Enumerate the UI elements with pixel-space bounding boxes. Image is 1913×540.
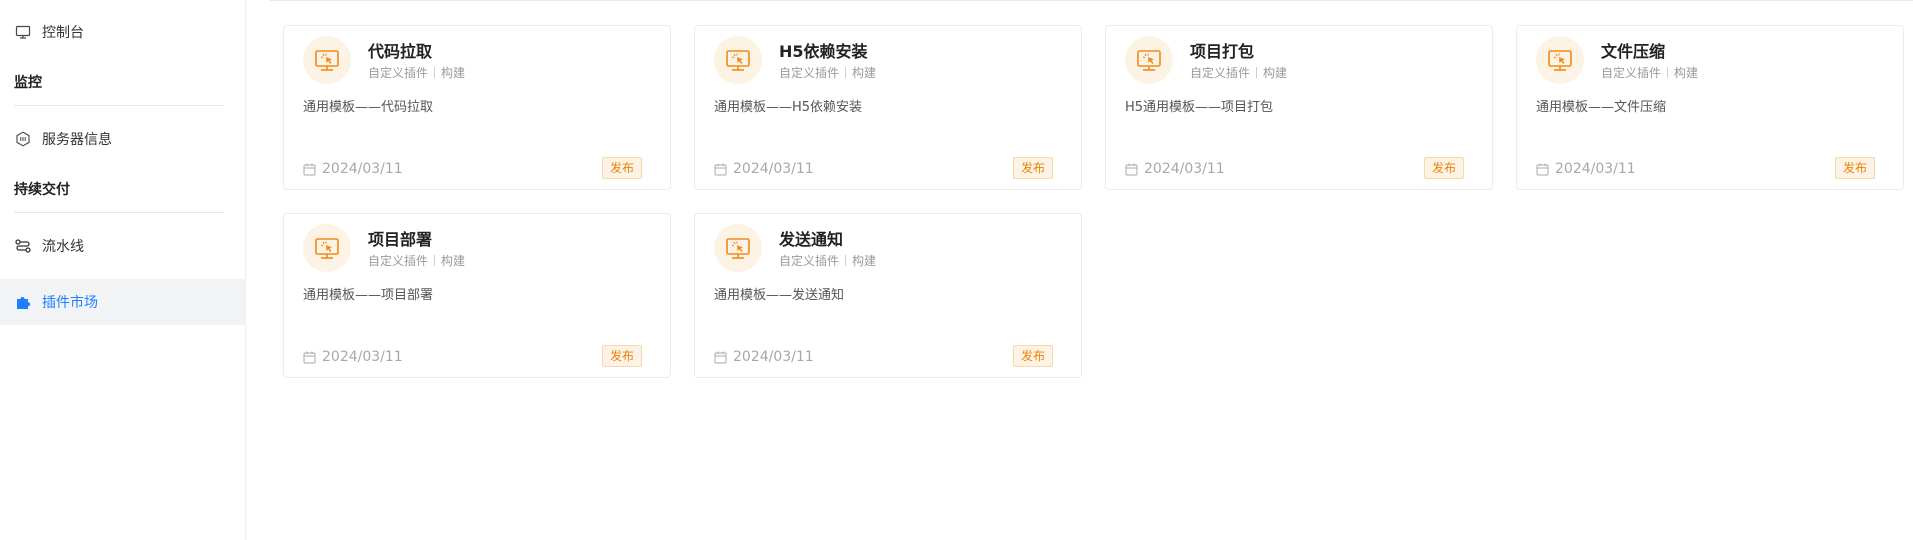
sidebar-item-server-info[interactable]: 服务器信息 bbox=[0, 116, 245, 162]
tag-separator bbox=[845, 67, 847, 78]
tag-custom-plugin: 自定义插件 bbox=[368, 66, 429, 80]
divider bbox=[14, 105, 224, 106]
tag-build: 构建 bbox=[441, 66, 466, 80]
publish-badge[interactable]: 发布 bbox=[601, 157, 642, 179]
tag-separator bbox=[1256, 67, 1258, 78]
card-description: H5通用模板——项目打包 bbox=[1125, 100, 1274, 115]
tag-custom-plugin: 自定义插件 bbox=[368, 254, 429, 268]
monitor-icon bbox=[14, 24, 31, 41]
tag-custom-plugin: 自定义插件 bbox=[779, 254, 840, 268]
tag-custom-plugin: 自定义插件 bbox=[779, 66, 840, 80]
card-tags: 自定义插件 构建 bbox=[779, 64, 876, 81]
tag-build: 构建 bbox=[441, 254, 466, 268]
publish-badge[interactable]: 发布 bbox=[1834, 157, 1875, 179]
monitor-cursor-icon bbox=[303, 36, 351, 84]
calendar-icon bbox=[714, 163, 727, 176]
tag-separator bbox=[434, 255, 436, 266]
publish-badge[interactable]: 发布 bbox=[1012, 345, 1053, 367]
tag-build: 构建 bbox=[852, 66, 877, 80]
plugin-card-3[interactable]: 项目打包 自定义插件 构建 H5通用模板——项目打包 2024/03/11 发布 bbox=[1105, 25, 1493, 190]
card-title: 项目部署 bbox=[368, 230, 433, 249]
card-tags: 自定义插件 构建 bbox=[368, 252, 465, 269]
plugin-card-4[interactable]: 文件压缩 自定义插件 构建 通用模板——文件压缩 2024/03/11 发布 bbox=[1516, 25, 1904, 190]
card-date-text: 2024/03/11 bbox=[322, 161, 403, 177]
tag-custom-plugin: 自定义插件 bbox=[1601, 66, 1662, 80]
calendar-icon bbox=[1536, 163, 1549, 176]
calendar-icon bbox=[303, 163, 316, 176]
card-description: 通用模板——文件压缩 bbox=[1536, 100, 1667, 115]
sidebar-item-label: 控制台 bbox=[42, 25, 84, 41]
sidebar-item-label: 流水线 bbox=[42, 239, 84, 255]
card-description: 通用模板——H5依赖安装 bbox=[714, 100, 863, 115]
card-description: 通用模板——项目部署 bbox=[303, 288, 434, 303]
group-title-monitor: 监控 bbox=[14, 75, 42, 91]
card-tags: 自定义插件 构建 bbox=[368, 64, 465, 81]
plugin-card-1[interactable]: 代码拉取 自定义插件 构建 通用模板——代码拉取 2024/03/11 发布 bbox=[283, 25, 671, 190]
sidebar-item-console[interactable]: 控制台 bbox=[0, 9, 245, 55]
card-description: 通用模板——发送通知 bbox=[714, 288, 845, 303]
header-divider bbox=[270, 0, 1913, 1]
pipeline-icon bbox=[14, 238, 31, 255]
monitor-cursor-icon bbox=[714, 36, 762, 84]
monitor-cursor-icon bbox=[714, 224, 762, 272]
calendar-icon bbox=[303, 351, 316, 364]
sidebar-item-plugin-market[interactable]: 插件市场 bbox=[0, 279, 245, 325]
card-title: H5依赖安装 bbox=[779, 42, 868, 61]
tag-separator bbox=[845, 255, 847, 266]
calendar-icon bbox=[1125, 163, 1138, 176]
card-title: 项目打包 bbox=[1190, 42, 1255, 61]
card-date-text: 2024/03/11 bbox=[1144, 161, 1225, 177]
tag-separator bbox=[1667, 67, 1669, 78]
divider bbox=[14, 212, 224, 213]
calendar-icon bbox=[714, 351, 727, 364]
tag-build: 构建 bbox=[852, 254, 877, 268]
plugin-card-5[interactable]: 项目部署 自定义插件 构建 通用模板——项目部署 2024/03/11 发布 bbox=[283, 213, 671, 378]
puzzle-icon bbox=[14, 294, 31, 311]
card-date: 2024/03/11 bbox=[303, 161, 403, 177]
monitor-cursor-icon bbox=[1125, 36, 1173, 84]
card-title: 发送通知 bbox=[779, 230, 844, 249]
sidebar-item-label: 服务器信息 bbox=[42, 132, 112, 148]
tag-custom-plugin: 自定义插件 bbox=[1190, 66, 1251, 80]
monitor-cursor-icon bbox=[1536, 36, 1584, 84]
card-tags: 自定义插件 构建 bbox=[1190, 64, 1287, 81]
sidebar-item-label: 插件市场 bbox=[42, 295, 98, 311]
plugin-card-2[interactable]: H5依赖安装 自定义插件 构建 通用模板——H5依赖安装 2024/03/11 … bbox=[694, 25, 1082, 190]
publish-badge[interactable]: 发布 bbox=[1012, 157, 1053, 179]
card-date: 2024/03/11 bbox=[714, 161, 814, 177]
card-tags: 自定义插件 构建 bbox=[1601, 64, 1698, 81]
tag-build: 构建 bbox=[1263, 66, 1288, 80]
sidebar-item-pipeline[interactable]: 流水线 bbox=[0, 223, 245, 269]
card-date-text: 2024/03/11 bbox=[733, 349, 814, 365]
card-date-text: 2024/03/11 bbox=[733, 161, 814, 177]
card-description: 通用模板——代码拉取 bbox=[303, 100, 434, 115]
card-title: 文件压缩 bbox=[1601, 42, 1666, 61]
plugin-card-6[interactable]: 发送通知 自定义插件 构建 通用模板——发送通知 2024/03/11 发布 bbox=[694, 213, 1082, 378]
card-date: 2024/03/11 bbox=[303, 349, 403, 365]
card-date: 2024/03/11 bbox=[1536, 161, 1636, 177]
group-title-delivery: 持续交付 bbox=[14, 182, 70, 198]
publish-badge[interactable]: 发布 bbox=[1423, 157, 1464, 179]
card-date: 2024/03/11 bbox=[714, 349, 814, 365]
card-date-text: 2024/03/11 bbox=[1555, 161, 1636, 177]
main-content: 代码拉取 自定义插件 构建 通用模板——代码拉取 2024/03/11 发布 H… bbox=[246, 0, 1913, 540]
tag-separator bbox=[434, 67, 436, 78]
monitor-cursor-icon bbox=[303, 224, 351, 272]
sidebar: 控制台 监控 服务器信息 持续交付 流水线 插件市场 bbox=[0, 0, 246, 540]
server-icon bbox=[14, 131, 31, 148]
card-date-text: 2024/03/11 bbox=[322, 349, 403, 365]
card-title: 代码拉取 bbox=[368, 42, 433, 61]
card-tags: 自定义插件 构建 bbox=[779, 252, 876, 269]
tag-build: 构建 bbox=[1674, 66, 1699, 80]
card-date: 2024/03/11 bbox=[1125, 161, 1225, 177]
publish-badge[interactable]: 发布 bbox=[601, 345, 642, 367]
